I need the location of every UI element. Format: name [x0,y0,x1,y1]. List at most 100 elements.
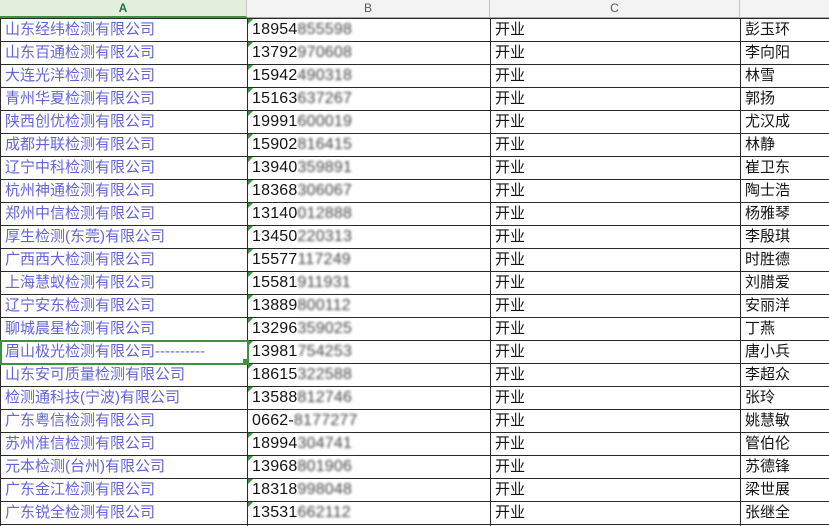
contact-cell[interactable]: 杨雅琴 [741,203,829,226]
status-cell[interactable]: 开业 [491,65,741,88]
contact-cell[interactable]: 安丽洋 [741,295,829,318]
status-cell[interactable]: 开业 [491,456,741,479]
contact-cell[interactable]: 林静 [741,134,829,157]
contact-cell[interactable]: 管伯伦 [741,433,829,456]
phone-cell[interactable]: 13296359025 [248,318,491,341]
phone-cell[interactable]: 13140012888 [248,203,491,226]
status-cell[interactable]: 开业 [491,341,741,364]
company-cell[interactable]: 山东经纬检测有限公司 [1,19,248,42]
company-cell[interactable]: 厚生检测(东莞)有限公司 [1,226,248,249]
number-stored-as-text-indicator-icon [248,341,253,346]
status-cell[interactable]: 开业 [491,387,741,410]
company-cell[interactable]: 苏州准信检测有限公司 [1,433,248,456]
company-cell[interactable]: 眉山极光检测有限公司---------- [1,341,248,364]
contact-cell[interactable]: 苏德锋 [741,456,829,479]
phone-cell[interactable]: 15942490318 [248,65,491,88]
phone-cell[interactable]: 13968801906 [248,456,491,479]
contact-cell[interactable]: 林雪 [741,65,829,88]
contact-cell[interactable]: 尤汉成 [741,111,829,134]
phone-cell[interactable]: 18318998048 [248,479,491,502]
phone-cell[interactable]: 15577117249 [248,249,491,272]
status-cell[interactable]: 开业 [491,272,741,295]
phone-blurred-digits: 662112 [298,504,351,521]
company-cell[interactable]: 青州华夏检测有限公司 [1,88,248,111]
company-cell[interactable]: 杭州神通检测有限公司 [1,180,248,203]
company-cell[interactable]: 大连光洋检测有限公司 [1,65,248,88]
phone-cell[interactable]: 13450220313 [248,226,491,249]
phone-cell[interactable]: 18368306067 [248,180,491,203]
company-cell[interactable]: 广东金江检测有限公司 [1,479,248,502]
column-header-b[interactable]: B [247,0,490,18]
status-cell[interactable]: 开业 [491,318,741,341]
contact-cell[interactable]: 郭扬 [741,88,829,111]
contact-cell[interactable]: 张继全 [741,502,829,525]
phone-cell[interactable]: 15163637267 [248,88,491,111]
contact-cell[interactable]: 李向阳 [741,42,829,65]
status-cell[interactable]: 开业 [491,479,741,502]
company-cell[interactable]: 广东锐全检测有限公司 [1,502,248,525]
contact-cell[interactable]: 陶士浩 [741,180,829,203]
contact-cell[interactable]: 李殷琪 [741,226,829,249]
company-cell[interactable]: 辽宁安东检测有限公司 [1,295,248,318]
phone-cell[interactable]: 15581911931 [248,272,491,295]
column-header-a[interactable]: A [0,0,247,18]
company-cell[interactable]: 广西西大检测有限公司 [1,249,248,272]
contact-cell[interactable]: 崔卫东 [741,157,829,180]
company-cell[interactable]: 山东安可质量检测有限公司 [1,364,248,387]
phone-cell[interactable]: 18994304741 [248,433,491,456]
status-cell[interactable]: 开业 [491,157,741,180]
status-cell[interactable]: 开业 [491,433,741,456]
status-cell[interactable]: 开业 [491,111,741,134]
status-cell[interactable]: 开业 [491,364,741,387]
phone-cell[interactable]: 18954855598 [248,19,491,42]
company-cell[interactable]: 辽宁中科检测有限公司 [1,157,248,180]
company-cell[interactable]: 上海慧蚁检测有限公司 [1,272,248,295]
contact-cell[interactable]: 时胜德 [741,249,829,272]
column-header-d[interactable] [740,0,829,18]
status-cell[interactable]: 开业 [491,203,741,226]
status-cell[interactable]: 开业 [491,134,741,157]
contact-cell[interactable]: 彭玉环 [741,19,829,42]
phone-cell[interactable]: 13531662112 [248,502,491,525]
status-cell[interactable]: 开业 [491,295,741,318]
status-cell[interactable]: 开业 [491,19,741,42]
contact-cell[interactable]: 张玲 [741,387,829,410]
contact-cell[interactable]: 李超众 [741,364,829,387]
phone-cell[interactable]: 15902816415 [248,134,491,157]
table-row: 陕西创优检测有限公司19991600019开业尤汉成 [1,111,829,134]
company-cell[interactable]: 聊城晨星检测有限公司 [1,318,248,341]
company-cell[interactable]: 成都并联检测有限公司 [1,134,248,157]
phone-clear-digits: 15942 [252,67,298,84]
phone-cell[interactable]: 0662-8177277 [248,410,491,433]
contact-cell[interactable]: 姚慧敏 [741,410,829,433]
phone-cell[interactable]: 13889800112 [248,295,491,318]
fill-handle[interactable] [242,358,248,364]
status-cell[interactable]: 开业 [491,502,741,525]
status-cell[interactable]: 开业 [491,226,741,249]
status-cell[interactable]: 开业 [491,88,741,111]
company-cell[interactable]: 检测通科技(宁波)有限公司 [1,387,248,410]
phone-cell[interactable]: 13940359891 [248,157,491,180]
company-cell[interactable]: 陕西创优检测有限公司 [1,111,248,134]
company-cell[interactable]: 郑州中信检测有限公司 [1,203,248,226]
phone-cell[interactable]: 18615322588 [248,364,491,387]
table-row: 成都并联检测有限公司15902816415开业林静 [1,134,829,157]
contact-cell[interactable]: 唐小兵 [741,341,829,364]
status-cell[interactable]: 开业 [491,180,741,203]
status-cell[interactable]: 开业 [491,42,741,65]
company-cell[interactable]: 山东百通检测有限公司 [1,42,248,65]
company-cell[interactable]: 广东粤信检测有限公司 [1,410,248,433]
phone-cell[interactable]: 19991600019 [248,111,491,134]
company-cell[interactable]: 元本检测(台州)有限公司 [1,456,248,479]
contact-cell[interactable]: 丁燕 [741,318,829,341]
status-cell[interactable]: 开业 [491,410,741,433]
number-stored-as-text-indicator-icon [248,272,253,277]
contact-cell[interactable]: 刘腊爱 [741,272,829,295]
phone-clear-digits: 18368 [252,182,298,199]
phone-cell[interactable]: 13588812746 [248,387,491,410]
phone-cell[interactable]: 13981754253 [248,341,491,364]
status-cell[interactable]: 开业 [491,249,741,272]
contact-cell[interactable]: 梁世展 [741,479,829,502]
column-header-c[interactable]: C [490,0,740,18]
phone-cell[interactable]: 13792970608 [248,42,491,65]
